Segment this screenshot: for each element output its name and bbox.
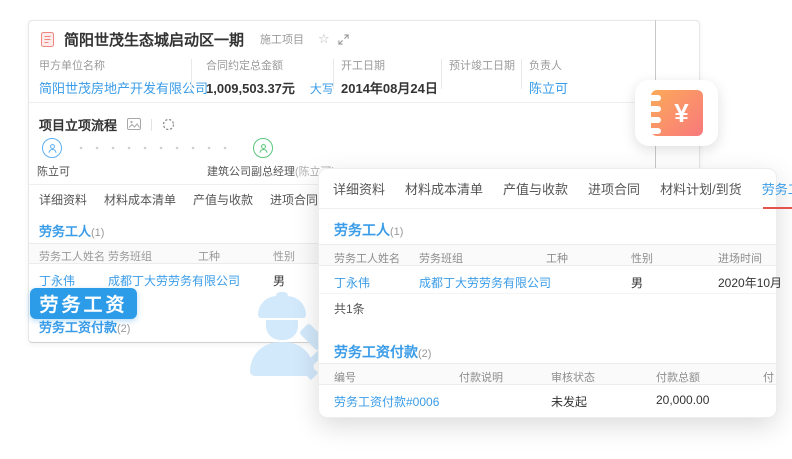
dashed-circle-icon[interactable] bbox=[162, 118, 175, 131]
image-preview-icon[interactable] bbox=[127, 118, 141, 131]
payment-id-link[interactable]: 劳务工资付款#0006 bbox=[334, 393, 439, 410]
tab-material-plan-delivery[interactable]: 材料计划/到货 bbox=[660, 179, 742, 198]
payments-table-header: 编号 付款说明 审核状态 付款总额 付 bbox=[319, 363, 776, 385]
workers-section-heading: 劳务工人(1) bbox=[334, 220, 403, 240]
workers-total-count: 共1条 bbox=[334, 300, 365, 317]
project-header: 简阳世茂生态城启动区一期 施工项目 ☆ bbox=[41, 29, 349, 49]
wage-feature-card[interactable]: ¥ bbox=[635, 80, 718, 146]
field-label: 甲方单位名称 bbox=[39, 57, 208, 73]
document-icon bbox=[41, 32, 54, 47]
flow-end-name: 建筑公司副总经理(陈立可) bbox=[207, 163, 335, 179]
flow-start-name: 陈立可 bbox=[37, 163, 70, 179]
divider bbox=[151, 119, 152, 131]
field-start-date: 开工日期 2014年08月24日 bbox=[341, 57, 438, 97]
page: 简阳世茂生态城启动区一期 施工项目 ☆ 甲方单位名称 简阳世茂房地产开发有限公司… bbox=[0, 0, 792, 459]
field-label: 负责人 bbox=[529, 57, 568, 73]
field-label: 开工日期 bbox=[341, 57, 438, 73]
yen-ledger-icon: ¥ bbox=[651, 90, 703, 136]
tab-material-cost-list[interactable]: 材料成本清单 bbox=[405, 179, 483, 198]
star-icon[interactable]: ☆ bbox=[318, 31, 330, 47]
field-divider bbox=[441, 59, 442, 89]
labor-wage-badge: 劳务工资 bbox=[30, 288, 137, 319]
workers-section-heading: 劳务工人(1) bbox=[39, 221, 104, 241]
yen-symbol: ¥ bbox=[664, 100, 688, 126]
worker-team-link[interactable]: 成都丁大劳劳务有限公司 bbox=[419, 274, 551, 291]
contract-amount: 1,009,503.37元 bbox=[206, 81, 295, 96]
detail-tab-bar: 详细资料 材料成本清单 产值与收款 进项合同 材料计划/到货 劳务工人 bbox=[319, 169, 776, 209]
tab-output-and-receipts[interactable]: 产值与收款 bbox=[193, 191, 253, 208]
tab-input-contracts[interactable]: 进项合同 bbox=[588, 179, 640, 198]
payments-section-heading: 劳务工资付款(2) bbox=[334, 342, 431, 362]
party-a-link[interactable]: 简阳世茂房地产开发有限公司 bbox=[39, 78, 208, 97]
tab-labor-workers-active[interactable]: 劳务工人 bbox=[762, 179, 792, 198]
field-contract-amount: 合同约定总金额 1,009,503.37元 大写 bbox=[206, 57, 334, 97]
field-divider bbox=[521, 59, 522, 89]
labor-detail-window: 详细资料 材料成本清单 产值与收款 进项合同 材料计划/到货 劳务工人 劳务工人… bbox=[318, 168, 777, 418]
tab-detail-info[interactable]: 详细资料 bbox=[39, 191, 87, 208]
table-row[interactable]: 丁永伟 成都丁大劳劳务有限公司 男 2020年10月 bbox=[319, 266, 776, 294]
start-date: 2014年08月24日 bbox=[341, 78, 438, 97]
field-divider bbox=[333, 59, 334, 89]
field-owner: 负责人 陈立可 bbox=[529, 57, 568, 97]
tab-material-cost-list[interactable]: 材料成本清单 bbox=[104, 191, 176, 208]
tab-detail-info[interactable]: 详细资料 bbox=[333, 179, 385, 198]
flow-title: 项目立项流程 bbox=[39, 115, 117, 134]
workers-table-header: 劳务工人姓名 劳务班组 工种 性别 进场时间 bbox=[319, 244, 776, 266]
tab-output-and-receipts[interactable]: 产值与收款 bbox=[503, 179, 568, 198]
project-title: 简阳世茂生态城启动区一期 bbox=[64, 29, 244, 50]
worker-name-link[interactable]: 丁永伟 bbox=[334, 274, 370, 291]
uppercase-amount-link[interactable]: 大写 bbox=[310, 82, 334, 96]
expand-icon[interactable] bbox=[338, 34, 349, 45]
field-party-a: 甲方单位名称 简阳世茂房地产开发有限公司 bbox=[39, 57, 208, 97]
owner-link[interactable]: 陈立可 bbox=[529, 78, 568, 97]
field-label: 预计竣工日期 bbox=[449, 57, 515, 73]
tab-input-contracts[interactable]: 进项合同 bbox=[270, 191, 318, 208]
field-completion-date: 预计竣工日期 bbox=[449, 57, 515, 78]
field-divider bbox=[191, 59, 192, 89]
worker-team-link[interactable]: 成都丁大劳劳务有限公司 bbox=[108, 272, 240, 289]
flow-end-avatar[interactable] bbox=[253, 138, 273, 158]
user-icon bbox=[46, 142, 59, 155]
field-label: 合同约定总金额 bbox=[206, 57, 334, 73]
flow-start-avatar[interactable] bbox=[42, 138, 62, 158]
table-row[interactable]: 劳务工资付款#0006 未发起 20,000.00 bbox=[319, 385, 776, 413]
user-icon bbox=[257, 142, 270, 155]
worker-name-link[interactable]: 丁永伟 bbox=[39, 272, 75, 289]
project-type-tag: 施工项目 bbox=[260, 31, 304, 47]
payments-section-heading: 劳务工资付款(2) bbox=[39, 317, 130, 337]
flow-dotted-line bbox=[73, 146, 228, 150]
divider bbox=[29, 102, 699, 103]
